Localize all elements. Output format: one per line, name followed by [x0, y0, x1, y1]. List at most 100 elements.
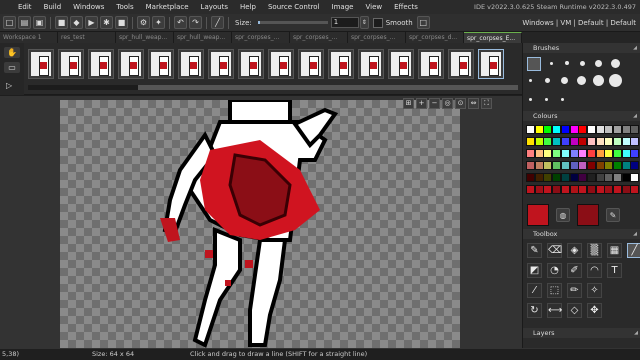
debug-run-icon[interactable]: ✱: [100, 16, 113, 29]
grid-icon[interactable]: ⊞: [403, 98, 414, 109]
palette-swatch[interactable]: [613, 137, 622, 146]
palette-swatch[interactable]: [526, 125, 535, 134]
menu-tools[interactable]: Tools: [110, 0, 139, 14]
fill-tool-icon[interactable]: ◈: [567, 243, 582, 258]
palette-swatch[interactable]: [613, 125, 622, 134]
eraser-tool-icon[interactable]: ⌫: [547, 243, 562, 258]
palette-swatch[interactable]: [560, 149, 570, 158]
frame-thumbnail[interactable]: [118, 49, 144, 79]
palette-swatch[interactable]: [534, 149, 544, 158]
palette-swatch[interactable]: [595, 173, 605, 182]
clean-icon[interactable]: ✦: [152, 16, 165, 29]
palette-swatch[interactable]: [613, 173, 622, 182]
frame-scrollbar[interactable]: [28, 85, 518, 90]
palette-swatch[interactable]: [595, 137, 605, 146]
fit-window-icon[interactable]: ⇔: [468, 98, 479, 109]
zoom-in-icon[interactable]: +: [416, 98, 427, 109]
sprite-canvas[interactable]: [150, 100, 390, 348]
palette-swatch[interactable]: [604, 185, 614, 194]
frame-thumbnail[interactable]: [298, 49, 324, 79]
size-value-input[interactable]: 1: [330, 17, 359, 28]
palette-swatch[interactable]: [569, 137, 579, 146]
menu-source-control[interactable]: Source Control: [262, 0, 326, 14]
save-icon[interactable]: ▣: [33, 16, 46, 29]
palette-swatch[interactable]: [534, 173, 544, 182]
palette-swatch[interactable]: [543, 149, 553, 158]
palette-swatch[interactable]: [534, 125, 544, 134]
stop-icon[interactable]: ■: [115, 16, 128, 29]
palette-swatch[interactable]: [526, 149, 535, 158]
palette-swatch[interactable]: [569, 161, 579, 170]
palette-swatch[interactable]: [586, 173, 596, 182]
tab-sprite[interactable]: spr_corpses_...: [348, 32, 406, 43]
palette-swatch[interactable]: [560, 185, 570, 194]
redo-icon[interactable]: ↷: [189, 16, 202, 29]
tab-sprite[interactable]: spr_corpses_d...: [406, 32, 464, 43]
hand-icon[interactable]: ✋: [4, 47, 20, 58]
palette-swatch[interactable]: [552, 125, 562, 134]
zoom-fit-icon[interactable]: ◎: [442, 98, 453, 109]
colour-remove-icon[interactable]: ▦: [607, 243, 622, 258]
palette-swatch[interactable]: [586, 149, 596, 158]
brush-dot[interactable]: [577, 76, 586, 85]
move-tool-icon[interactable]: ✥: [587, 303, 602, 318]
tab-active-sprite[interactable]: spr_corpses_E...: [464, 32, 522, 43]
tab-sprite[interactable]: spr_corpses_...: [290, 32, 348, 43]
arc-tool-icon[interactable]: ◠: [587, 263, 602, 278]
menu-layouts[interactable]: Layouts: [195, 0, 234, 14]
palette-swatch[interactable]: [621, 173, 631, 182]
brush-dot[interactable]: [611, 59, 620, 68]
brush-dot[interactable]: [561, 77, 568, 84]
palette-swatch[interactable]: [630, 161, 640, 170]
palette-swatch[interactable]: [569, 185, 579, 194]
zoom-actual-icon[interactable]: ⊙: [455, 98, 466, 109]
brush-dot[interactable]: [561, 98, 564, 101]
palette-swatch[interactable]: [630, 185, 640, 194]
palette-swatch[interactable]: [534, 185, 544, 194]
menu-windows[interactable]: Windows: [67, 0, 110, 14]
palette-swatch[interactable]: [543, 161, 553, 170]
eyedropper-icon[interactable]: ✎: [606, 208, 620, 222]
stamp-tool-icon[interactable]: ✐: [567, 263, 582, 278]
build-icon[interactable]: ■: [55, 16, 68, 29]
ellipse-tool-icon[interactable]: ◔: [547, 263, 562, 278]
palette-swatch[interactable]: [613, 185, 622, 194]
debug-icon[interactable]: ◆: [70, 16, 83, 29]
brush-dot[interactable]: [580, 61, 585, 66]
brush-dot[interactable]: [595, 60, 602, 67]
frame-thumbnail[interactable]: [358, 49, 384, 79]
palette-swatch[interactable]: [604, 149, 614, 158]
tab-workspace[interactable]: Workspace 1: [0, 32, 58, 43]
layers-header[interactable]: Layers: [523, 328, 640, 338]
palette-swatch[interactable]: [586, 161, 596, 170]
frame-thumbnail[interactable]: [88, 49, 114, 79]
palette-swatch[interactable]: [578, 125, 588, 134]
size-stepper-icon[interactable]: ⇕: [359, 16, 369, 29]
smooth-checkbox[interactable]: [372, 17, 383, 28]
frame-thumbnail[interactable]: [478, 49, 504, 79]
fullscreen-icon[interactable]: ⛶: [481, 98, 492, 109]
palette-swatch[interactable]: [552, 185, 562, 194]
tab-sprite[interactable]: spr_hull_weap...: [174, 32, 232, 43]
brush-tool-icon[interactable]: ✏: [567, 283, 582, 298]
menu-image[interactable]: Image: [326, 0, 360, 14]
palette-swatch[interactable]: [543, 125, 553, 134]
palette-swatch[interactable]: [552, 173, 562, 182]
palette-swatch[interactable]: [543, 173, 553, 182]
secondary-colour-swatch[interactable]: [577, 204, 599, 226]
preview-icon[interactable]: ▭: [4, 62, 20, 73]
palette-swatch[interactable]: [534, 137, 544, 146]
frame-thumbnail[interactable]: [388, 49, 414, 79]
pencil-tool-icon[interactable]: ✎: [527, 243, 542, 258]
palette-swatch[interactable]: [621, 161, 631, 170]
palette-swatch[interactable]: [560, 137, 570, 146]
palette-swatch[interactable]: [560, 173, 570, 182]
palette-swatch[interactable]: [604, 137, 614, 146]
palette-swatch[interactable]: [543, 185, 553, 194]
rectangle-tool-icon[interactable]: ◩: [527, 263, 542, 278]
brush-dot[interactable]: [529, 79, 532, 82]
brush-dot[interactable]: [593, 75, 604, 86]
brush-square[interactable]: [527, 57, 541, 71]
text-tool-icon[interactable]: T: [607, 263, 622, 278]
tab-res-test[interactable]: res_test: [58, 32, 116, 43]
